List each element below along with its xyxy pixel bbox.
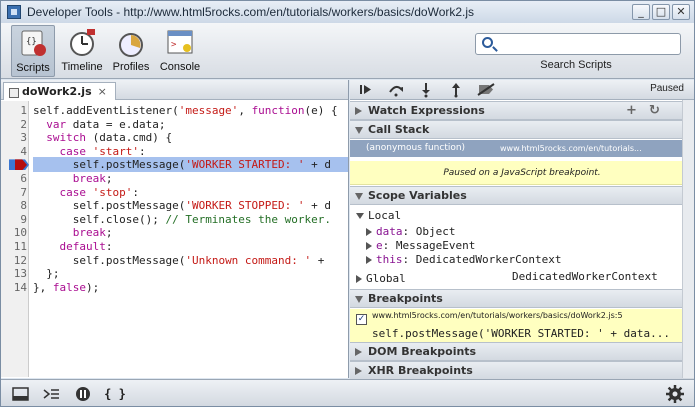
dom-breakpoints-label: DOM Breakpoints xyxy=(368,345,477,358)
breakpoints-label: Breakpoints xyxy=(368,292,443,305)
watch-expressions-header[interactable]: Watch Expressions + ↻ xyxy=(350,101,694,120)
breakpoint-code: self.postMessage('WORKER STARTED: ' + da… xyxy=(372,327,671,340)
pretty-print-icon: { } xyxy=(104,387,126,401)
call-frame-function: (anonymous function) xyxy=(366,143,466,153)
svg-text:{}: {} xyxy=(26,37,37,47)
file-tab-label: doWork2.js xyxy=(22,85,92,98)
breakpoint-url: www.html5rocks.com/en/tutorials/workers/… xyxy=(372,311,623,320)
step-out-button[interactable] xyxy=(442,81,470,98)
debugger-sidebar: Paused Watch Expressions + ↻ Call Stack … xyxy=(350,80,694,380)
timeline-panel-button[interactable]: Timeline xyxy=(59,25,105,77)
breakpoint-item[interactable]: ✓ www.html5rocks.com/en/tutorials/worker… xyxy=(350,309,694,346)
scope-global[interactable]: Global xyxy=(356,271,406,286)
breakpoints-header[interactable]: Breakpoints xyxy=(350,289,694,308)
gear-icon xyxy=(666,385,684,403)
svg-text:>: > xyxy=(171,40,177,50)
scripts-icon: {} xyxy=(16,28,50,60)
code-editor[interactable]: 1 self.addEventListener('message', functi… xyxy=(1,101,348,377)
paused-message: Paused on a JavaScript breakpoint. xyxy=(350,161,694,185)
minimize-button[interactable]: _ xyxy=(632,4,650,20)
xhr-breakpoints-label: XHR Breakpoints xyxy=(368,364,473,377)
devtools-window: Developer Tools - http://www.html5rocks.… xyxy=(0,0,695,407)
scope-var-value: DedicatedWorkerContext xyxy=(415,253,562,266)
scope-global-label: Global xyxy=(366,272,406,285)
tab-close-icon[interactable]: × xyxy=(98,85,107,98)
search-icon xyxy=(482,37,493,48)
profiles-label: Profiles xyxy=(112,61,150,73)
source-pane: doWork2.js × 1 self.addEventListener('mess… xyxy=(1,80,349,378)
file-tab[interactable]: doWork2.js × xyxy=(3,82,116,100)
call-stack-header[interactable]: Call Stack xyxy=(350,120,694,139)
call-frame-url: www.html5rocks.com/en/tutorials... xyxy=(500,144,642,153)
scope-var-row[interactable]: this: DedicatedWorkerContext xyxy=(366,252,561,267)
add-watch-icon[interactable]: + xyxy=(626,102,637,119)
sidebar-scrollbar[interactable] xyxy=(682,100,694,378)
refresh-watch-icon[interactable]: ↻ xyxy=(649,102,660,119)
status-bar: { } xyxy=(1,379,694,406)
scope-variables-header[interactable]: Scope Variables xyxy=(350,186,694,205)
debugger-toolbar: Paused xyxy=(350,80,694,100)
settings-button[interactable] xyxy=(663,384,687,404)
profiles-icon xyxy=(114,27,148,59)
file-tab-bar: doWork2.js × xyxy=(1,80,348,100)
scope-var-name: data xyxy=(376,225,403,238)
call-frame-row[interactable]: (anonymous function) www.html5rocks.com/… xyxy=(350,140,694,157)
pretty-print-button[interactable]: { } xyxy=(103,384,127,404)
scope-local[interactable]: Local xyxy=(356,208,401,223)
resume-button[interactable] xyxy=(352,81,380,98)
code-text: }, false); xyxy=(33,280,100,294)
scripts-panel-button[interactable]: {} Scripts xyxy=(11,25,55,77)
maximize-button[interactable]: □ xyxy=(652,4,670,20)
console-label: Console xyxy=(159,61,201,73)
scope-local-label: Local xyxy=(368,209,402,222)
timeline-icon xyxy=(65,27,99,59)
step-over-icon xyxy=(389,86,403,97)
dom-breakpoints-header[interactable]: DOM Breakpoints xyxy=(350,342,694,361)
scope-var-name: this xyxy=(376,253,403,266)
deactivate-breakpoints-button[interactable] xyxy=(472,81,500,98)
timeline-label: Timeline xyxy=(61,61,103,73)
scope-var-row[interactable]: data: Object xyxy=(366,224,456,239)
scope-var-name: e xyxy=(376,239,383,252)
scope-var-value: Object xyxy=(415,225,456,238)
app-icon xyxy=(7,5,21,19)
dock-toggle-button[interactable] xyxy=(9,384,33,404)
scope-var-row[interactable]: e: MessageEvent xyxy=(366,238,475,253)
step-into-icon xyxy=(422,83,430,98)
xhr-breakpoints-header[interactable]: XHR Breakpoints xyxy=(350,361,694,380)
debugger-status: Paused xyxy=(650,83,684,94)
console-drawer-icon xyxy=(43,389,59,399)
line-number[interactable]: 14 xyxy=(1,280,27,295)
console-panel-button[interactable]: > Console xyxy=(157,25,203,77)
watch-expressions-label: Watch Expressions xyxy=(368,104,485,117)
console-icon: > xyxy=(163,27,197,59)
breakpoint-checkbox[interactable]: ✓ xyxy=(356,314,367,325)
profiles-panel-button[interactable]: Profiles xyxy=(109,25,153,77)
deactivate-breakpoints-icon xyxy=(477,83,495,96)
code-line[interactable]: 14 }, false); xyxy=(1,280,348,295)
search-scripts-label: Search Scripts xyxy=(540,59,612,71)
dock-icon xyxy=(12,387,29,401)
pause-icon xyxy=(76,387,90,401)
step-into-button[interactable] xyxy=(412,81,440,98)
scope-variables-label: Scope Variables xyxy=(368,189,467,202)
close-button[interactable]: ✕ xyxy=(672,4,690,20)
scope-global-value: DedicatedWorkerContext xyxy=(512,270,658,283)
scope-var-value: MessageEvent xyxy=(395,239,476,252)
search-scripts-input[interactable] xyxy=(475,33,681,55)
call-stack-label: Call Stack xyxy=(368,123,430,136)
console-drawer-button[interactable] xyxy=(39,384,63,404)
resume-icon xyxy=(360,85,371,94)
pause-on-exceptions-button[interactable] xyxy=(71,384,95,404)
scripts-label: Scripts xyxy=(16,62,50,74)
step-over-button[interactable] xyxy=(382,81,410,98)
title-bar: Developer Tools - http://www.html5rocks.… xyxy=(1,1,694,23)
step-out-icon xyxy=(452,83,460,98)
window-title: Developer Tools - http://www.html5rocks.… xyxy=(27,5,475,19)
panel-toolbar: {} Scripts Timeline Profiles > Console S… xyxy=(1,23,694,79)
